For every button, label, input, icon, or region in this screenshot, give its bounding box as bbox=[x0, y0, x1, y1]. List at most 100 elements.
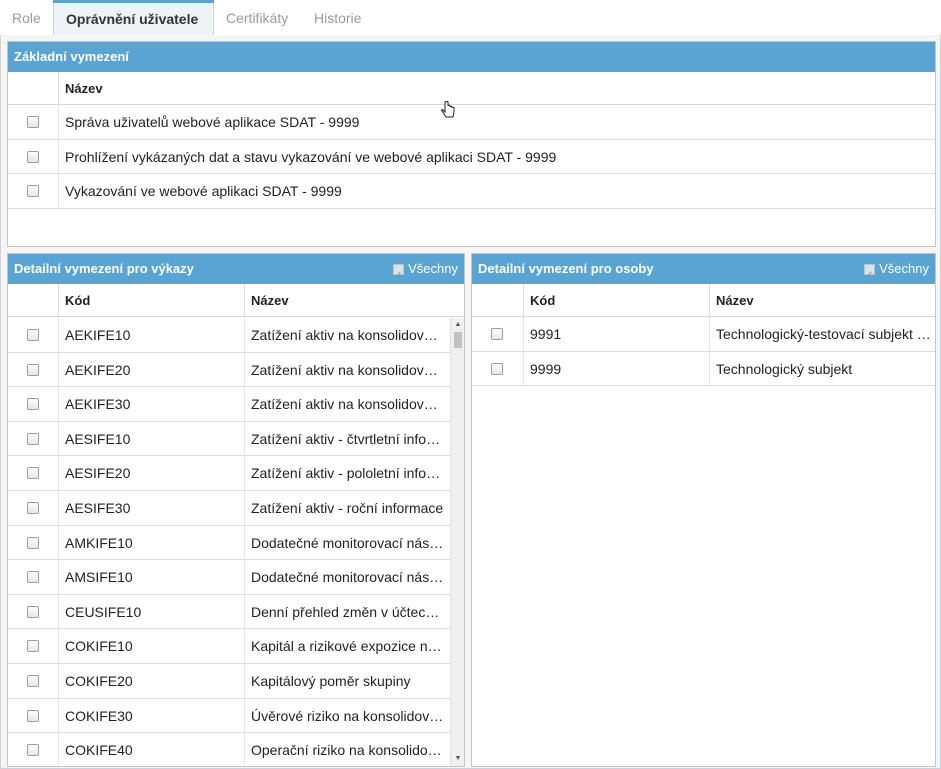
permissions-container: Základní vymezení Název Správa uživatelů… bbox=[0, 35, 941, 769]
name-column-header[interactable]: Název bbox=[58, 72, 935, 105]
code-cell: AEKIFE30 bbox=[58, 387, 244, 422]
name-cell: Denní přehled změn v účtech … bbox=[244, 594, 444, 629]
persons-scope-header: Detailní vymezení pro osoby Všechny bbox=[472, 254, 935, 291]
table-row[interactable]: AEKIFE10 Zatížení aktiv na konsolidovan… bbox=[8, 318, 452, 353]
name-cell: Zatížení aktiv na konsolidovan… bbox=[244, 352, 444, 387]
reports-rows: AEKIFE10 Zatížení aktiv na konsolidovan… A… bbox=[8, 318, 452, 766]
persons-grid-header: Kód Název bbox=[472, 284, 935, 317]
all-label: Všechny bbox=[879, 261, 929, 276]
code-cell: COKIFE30 bbox=[58, 698, 244, 733]
name-cell: Zatížení aktiv - čtvrtletní infor… bbox=[244, 421, 444, 456]
row-checkbox[interactable] bbox=[27, 116, 39, 128]
basic-scope-title: Základní vymezení bbox=[8, 42, 935, 72]
table-row[interactable]: AMKIFE10 Dodatečné monitorovací nástr… bbox=[8, 525, 452, 561]
code-column-header[interactable]: Kód bbox=[523, 284, 709, 317]
tab-certificates[interactable]: Certifikáty bbox=[214, 0, 300, 36]
name-column-header[interactable]: Název bbox=[244, 284, 452, 317]
table-row[interactable]: Správa uživatelů webové aplikace SDAT - … bbox=[8, 105, 935, 140]
table-row[interactable]: AESIFE10 Zatížení aktiv - čtvrtletní info… bbox=[8, 421, 452, 457]
row-checkbox[interactable] bbox=[27, 329, 39, 341]
row-checkbox[interactable] bbox=[27, 398, 39, 411]
table-row[interactable]: AMSIFE10 Dodatečné monitorovací nástr… bbox=[8, 560, 452, 595]
table-row[interactable]: Vykazování ve webové aplikaci SDAT - 999… bbox=[8, 174, 935, 209]
name-cell: Zatížení aktiv na konsolidovan… bbox=[244, 318, 444, 352]
scroll-thumb[interactable] bbox=[454, 332, 462, 348]
persons-all-toggle[interactable]: Všechny bbox=[864, 254, 929, 291]
basic-scope-panel: Základní vymezení Název Správa uživatelů… bbox=[7, 41, 936, 247]
tab-role[interactable]: Role bbox=[0, 0, 53, 36]
code-cell: CEUSIFE10 bbox=[58, 594, 244, 629]
reports-scope-title: Detailní vymezení pro výkazy bbox=[14, 261, 194, 276]
row-checkbox[interactable] bbox=[27, 709, 39, 722]
tab-history[interactable]: Historie bbox=[302, 0, 373, 36]
hand-cursor-icon bbox=[441, 100, 455, 121]
name-cell: Operační riziko na konsolidov… bbox=[244, 733, 444, 766]
code-cell: AEKIFE20 bbox=[58, 352, 244, 387]
select-column-header bbox=[8, 284, 58, 317]
table-row[interactable]: COKIFE30 Úvěrové riziko na konsolidova… bbox=[8, 698, 452, 734]
all-checkbox[interactable] bbox=[864, 261, 876, 291]
basic-rows: Správa uživatelů webové aplikace SDAT - … bbox=[8, 105, 935, 209]
all-checkbox[interactable] bbox=[393, 261, 405, 291]
table-row[interactable]: Prohlížení vykázaných dat a stavu vykazo… bbox=[8, 139, 935, 175]
tab-user-permissions[interactable]: Oprávnění uživatele bbox=[53, 0, 214, 37]
code-cell: COKIFE10 bbox=[58, 629, 244, 664]
row-checkbox[interactable] bbox=[491, 362, 503, 375]
table-row[interactable]: AEKIFE20 Zatížení aktiv na konsolidovan… bbox=[8, 352, 452, 388]
row-checkbox[interactable] bbox=[27, 744, 39, 757]
persons-rows: 9991 Technologický-testovací subjekt S… 99… bbox=[472, 317, 935, 387]
name-cell: Technologický-testovací subjekt S… bbox=[709, 317, 933, 351]
scroll-down-arrow-icon[interactable]: ▼ bbox=[451, 752, 464, 766]
row-checkbox[interactable] bbox=[27, 432, 39, 445]
table-row[interactable]: CEUSIFE10 Denní přehled změn v účtech … bbox=[8, 594, 452, 630]
name-cell: Správa uživatelů webové aplikace SDAT - … bbox=[58, 105, 935, 139]
row-checkbox[interactable] bbox=[27, 571, 39, 584]
code-cell: 9991 bbox=[523, 317, 709, 351]
scroll-up-arrow-icon[interactable]: ▲ bbox=[451, 318, 464, 332]
row-checkbox[interactable] bbox=[27, 605, 39, 618]
name-cell: Vykazování ve webové aplikaci SDAT - 999… bbox=[58, 174, 935, 209]
code-column-header[interactable]: Kód bbox=[58, 284, 244, 317]
code-cell: 9999 bbox=[523, 351, 709, 386]
table-row[interactable]: AEKIFE30 Zatížení aktiv na konsolidovan… bbox=[8, 387, 452, 422]
name-cell: Prohlížení vykázaných dat a stavu vykazo… bbox=[58, 139, 935, 174]
row-checkbox[interactable] bbox=[27, 640, 39, 653]
row-checkbox[interactable] bbox=[491, 328, 503, 340]
table-row[interactable]: COKIFE10 Kapitál a rizikové expozice na … bbox=[8, 629, 452, 664]
name-cell: Zatížení aktiv na konsolidovan… bbox=[244, 387, 444, 422]
row-checkbox[interactable] bbox=[27, 185, 39, 198]
table-row[interactable]: AESIFE20 Zatížení aktiv - pololetní infor… bbox=[8, 456, 452, 491]
all-label: Všechny bbox=[408, 261, 458, 276]
reports-grid-header: Kód Název bbox=[8, 284, 464, 317]
tab-bar: Role Oprávnění uživatele Certifikáty His… bbox=[0, 0, 941, 37]
table-row[interactable]: AESIFE30 Zatížení aktiv - roční informace bbox=[8, 490, 452, 526]
row-checkbox[interactable] bbox=[27, 363, 39, 376]
row-checkbox[interactable] bbox=[27, 536, 39, 549]
name-cell: Úvěrové riziko na konsolidova… bbox=[244, 698, 444, 733]
name-cell: Zatížení aktiv - pololetní infor… bbox=[244, 456, 444, 491]
reports-scope-header: Detailní vymezení pro výkazy Všechny bbox=[8, 254, 464, 291]
row-checkbox[interactable] bbox=[27, 467, 39, 480]
persons-scope-panel: Detailní vymezení pro osoby Všechny Kód … bbox=[471, 253, 936, 767]
reports-scope-panel: Detailní vymezení pro výkazy Všechny Kód… bbox=[7, 253, 465, 767]
table-row[interactable]: COKIFE20 Kapitálový poměr skupiny bbox=[8, 663, 452, 699]
row-checkbox[interactable] bbox=[27, 150, 39, 163]
table-row[interactable]: 9999 Technologický subjekt bbox=[472, 351, 935, 387]
code-cell: AMSIFE10 bbox=[58, 560, 244, 595]
select-column-header bbox=[8, 72, 58, 105]
reports-all-toggle[interactable]: Všechny bbox=[393, 254, 458, 291]
name-column-header[interactable]: Název bbox=[709, 284, 935, 317]
row-checkbox[interactable] bbox=[27, 674, 39, 687]
code-cell: AESIFE20 bbox=[58, 456, 244, 491]
code-cell: COKIFE40 bbox=[58, 733, 244, 766]
code-cell: AEKIFE10 bbox=[58, 318, 244, 352]
name-cell: Kapitálový poměr skupiny bbox=[244, 663, 444, 698]
table-row[interactable]: COKIFE40 Operační riziko na konsolidov… bbox=[8, 733, 452, 766]
reports-scrollbar[interactable]: ▲ ▼ bbox=[450, 318, 464, 766]
table-row[interactable]: 9991 Technologický-testovací subjekt S… bbox=[472, 317, 935, 352]
code-cell: COKIFE20 bbox=[58, 663, 244, 698]
name-cell: Zatížení aktiv - roční informace bbox=[244, 490, 444, 525]
persons-scope-title: Detailní vymezení pro osoby bbox=[478, 261, 654, 276]
code-cell: AESIFE10 bbox=[58, 421, 244, 456]
row-checkbox[interactable] bbox=[27, 501, 39, 514]
